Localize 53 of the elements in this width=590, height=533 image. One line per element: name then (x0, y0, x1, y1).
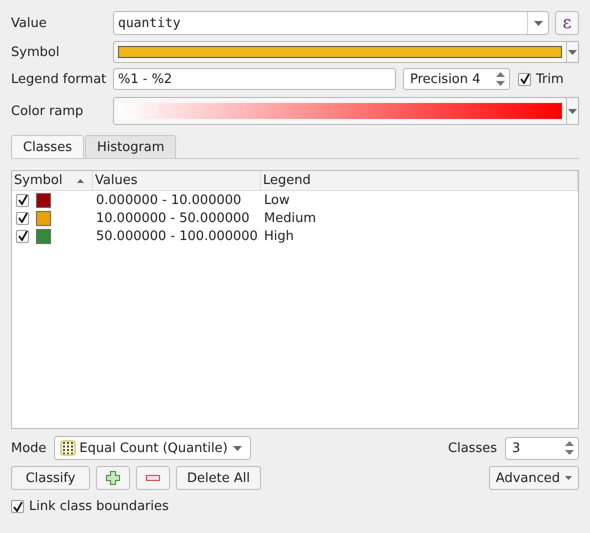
symbol-swatch[interactable] (36, 192, 51, 208)
table-cell: Low (264, 192, 290, 208)
field-combobox[interactable]: quantity (113, 11, 549, 35)
classes-label: Classes (448, 440, 497, 456)
mode-combobox[interactable]: Equal Count (Quantile) (54, 436, 252, 460)
column-header[interactable]: Legend (261, 171, 578, 190)
table-cell: Medium (264, 210, 316, 226)
sort-arrow-icon (77, 178, 84, 182)
mode-label: Mode (11, 440, 46, 456)
spin-arrows-icon (496, 71, 505, 87)
classes-spinbox[interactable]: 3 (505, 436, 579, 460)
color-ramp-button[interactable] (113, 97, 567, 125)
tab[interactable]: Classes (11, 135, 84, 158)
row-checkbox[interactable] (16, 194, 29, 206)
spin-arrows-icon (565, 440, 574, 456)
symbol-swatch[interactable] (36, 210, 51, 226)
table-cell: 0.000000 - 10.000000 (96, 192, 242, 208)
row-checkbox[interactable] (16, 230, 29, 242)
trim-label: Trim (536, 72, 564, 86)
classify-button[interactable]: Classify (11, 466, 90, 490)
symbol-swatch[interactable] (36, 228, 51, 244)
legend-format-label: Legend format (11, 72, 108, 86)
classification-icon (60, 440, 76, 456)
column-header[interactable]: Values (93, 171, 261, 190)
tab[interactable]: Histogram (84, 135, 176, 158)
symbol-menu-button[interactable] (567, 41, 579, 63)
dropdown-arrow-icon (568, 108, 577, 114)
trim-checkbox[interactable] (518, 72, 531, 86)
expression-button[interactable]: ε (555, 11, 579, 35)
symbol-label: Symbol (11, 44, 60, 60)
advanced-button[interactable]: Advanced (488, 466, 579, 490)
table-cell: High (264, 228, 294, 244)
column-header[interactable]: Symbol (12, 171, 93, 190)
dropdown-arrow-icon (568, 50, 577, 54)
table-cell: 50.000000 - 100.000000 (96, 228, 258, 244)
add-class-button[interactable] (96, 466, 130, 490)
link-boundaries-label: Link class boundaries (29, 499, 169, 514)
dropdown-arrow-icon (565, 476, 572, 480)
remove-class-button[interactable] (136, 466, 170, 490)
color-ramp-label: Color ramp (11, 104, 84, 118)
dropdown-arrow-icon (534, 20, 542, 26)
link-boundaries-checkbox[interactable] (11, 500, 24, 513)
color-ramp-menu-button[interactable] (567, 97, 579, 125)
precision-spinbox[interactable]: Precision 4 (403, 68, 510, 90)
minus-icon (145, 474, 161, 482)
plus-icon (105, 470, 121, 486)
delete-all-button[interactable]: Delete All (176, 466, 261, 490)
legend-format-field[interactable]: %1 - %2 (113, 68, 396, 90)
symbol-button[interactable] (113, 41, 567, 63)
dropdown-arrow-icon (233, 446, 242, 450)
table-cell: 10.000000 - 50.000000 (96, 210, 250, 226)
row-checkbox[interactable] (16, 212, 29, 224)
value-label: Value (11, 16, 48, 30)
